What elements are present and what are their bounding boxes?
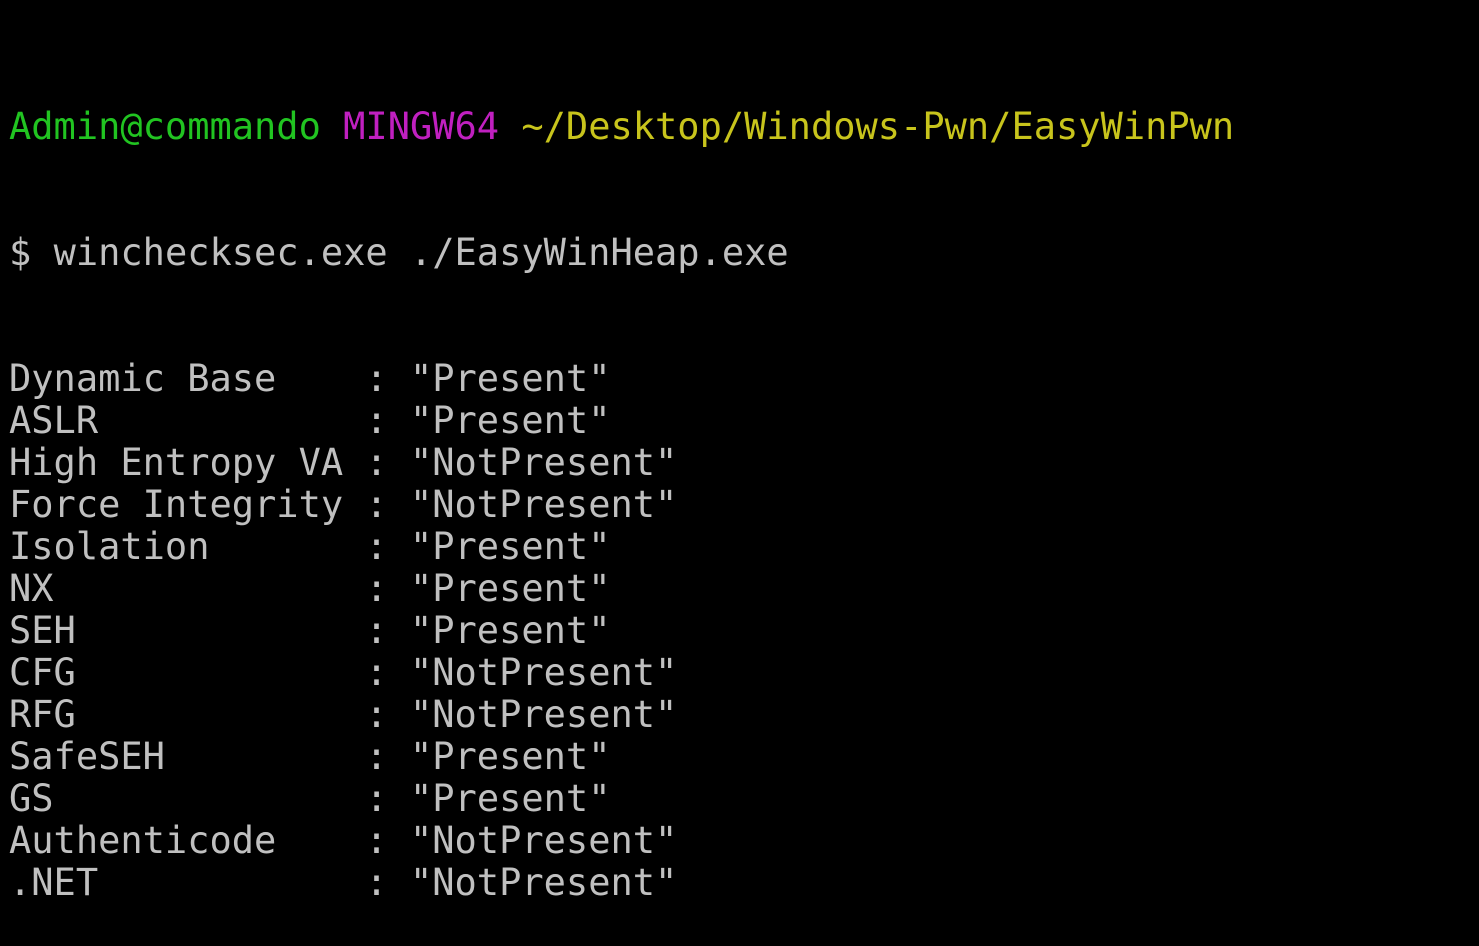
result-row: SafeSEH : "Present" [9,736,1234,778]
result-padding [54,567,366,610]
result-padding [276,357,365,400]
prompt-path: ~/Desktop/Windows-Pwn/EasyWinPwn [521,105,1235,148]
result-value: "NotPresent" [409,483,678,526]
result-row: Authenticode : "NotPresent" [9,820,1234,862]
result-value: "Present" [409,525,611,568]
result-separator: : [365,651,388,694]
result-name: Isolation [9,525,210,568]
result-padding [343,483,365,526]
result-value: "NotPresent" [409,651,678,694]
result-padding [54,777,366,820]
result-padding [343,441,365,484]
result-padding [276,819,365,862]
result-padding [98,861,365,904]
result-separator: : [365,567,388,610]
result-row: Dynamic Base : "Present" [9,358,1234,400]
result-value: "NotPresent" [409,441,678,484]
result-separator: : [365,609,388,652]
result-name: High Entropy VA [9,441,344,484]
result-value: "Present" [410,567,611,610]
result-value: "NotPresent" [409,693,678,736]
terminal-output[interactable]: Admin@commando MINGW64 ~/Desktop/Windows… [9,22,1234,946]
result-row: GS : "Present" [9,778,1234,820]
result-separator: : [365,693,388,736]
result-row: .NET : "NotPresent" [9,862,1234,904]
results-list: Dynamic Base : "Present" ASLR : "Present"… [9,358,1234,904]
result-value: "NotPresent" [409,819,678,862]
result-separator: : [365,357,388,400]
prompt-symbol: $ [9,231,32,274]
result-value: "NotPresent" [409,861,678,904]
result-padding [76,651,366,694]
result-separator: : [365,399,388,442]
result-name: Dynamic Base [9,357,277,400]
result-name: SafeSEH [9,735,165,778]
result-row: Force Integrity : "NotPresent" [9,484,1234,526]
result-name: Force Integrity [9,483,344,526]
result-separator: : [365,777,388,820]
result-name: SEH [9,609,76,652]
result-separator: : [365,735,388,778]
result-padding [209,525,365,568]
result-row: SEH : "Present" [9,610,1234,652]
result-row: ASLR : "Present" [9,400,1234,442]
result-value: "Present" [410,777,611,820]
result-name: .NET [9,861,99,904]
result-padding [165,735,365,778]
result-row: High Entropy VA : "NotPresent" [9,442,1234,484]
command-line: $ winchecksec.exe ./EasyWinHeap.exe [9,232,1234,274]
result-row: Isolation : "Present" [9,526,1234,568]
result-value: "Present" [409,357,611,400]
result-row: NX : "Present" [9,568,1234,610]
prompt-line: Admin@commando MINGW64 ~/Desktop/Windows… [9,106,1234,148]
result-padding [98,399,365,442]
result-padding [76,609,366,652]
prompt-system: MINGW64 [343,105,500,148]
result-row: RFG : "NotPresent" [9,694,1234,736]
result-value: "Present" [409,735,611,778]
result-name: RFG [9,693,76,736]
result-name: CFG [9,651,76,694]
result-separator: : [365,483,388,526]
result-name: GS [9,777,54,820]
result-separator: : [365,525,388,568]
command-text: winchecksec.exe ./EasyWinHeap.exe [53,231,789,274]
result-name: NX [9,567,54,610]
result-value: "Present" [409,609,611,652]
result-value: "Present" [409,399,611,442]
result-padding [76,693,366,736]
result-name: ASLR [9,399,99,442]
result-separator: : [365,861,388,904]
prompt-user-host: Admin@commando [9,105,321,148]
result-name: Authenticode [9,819,277,862]
result-separator: : [365,441,388,484]
result-row: CFG : "NotPresent" [9,652,1234,694]
result-separator: : [365,819,388,862]
